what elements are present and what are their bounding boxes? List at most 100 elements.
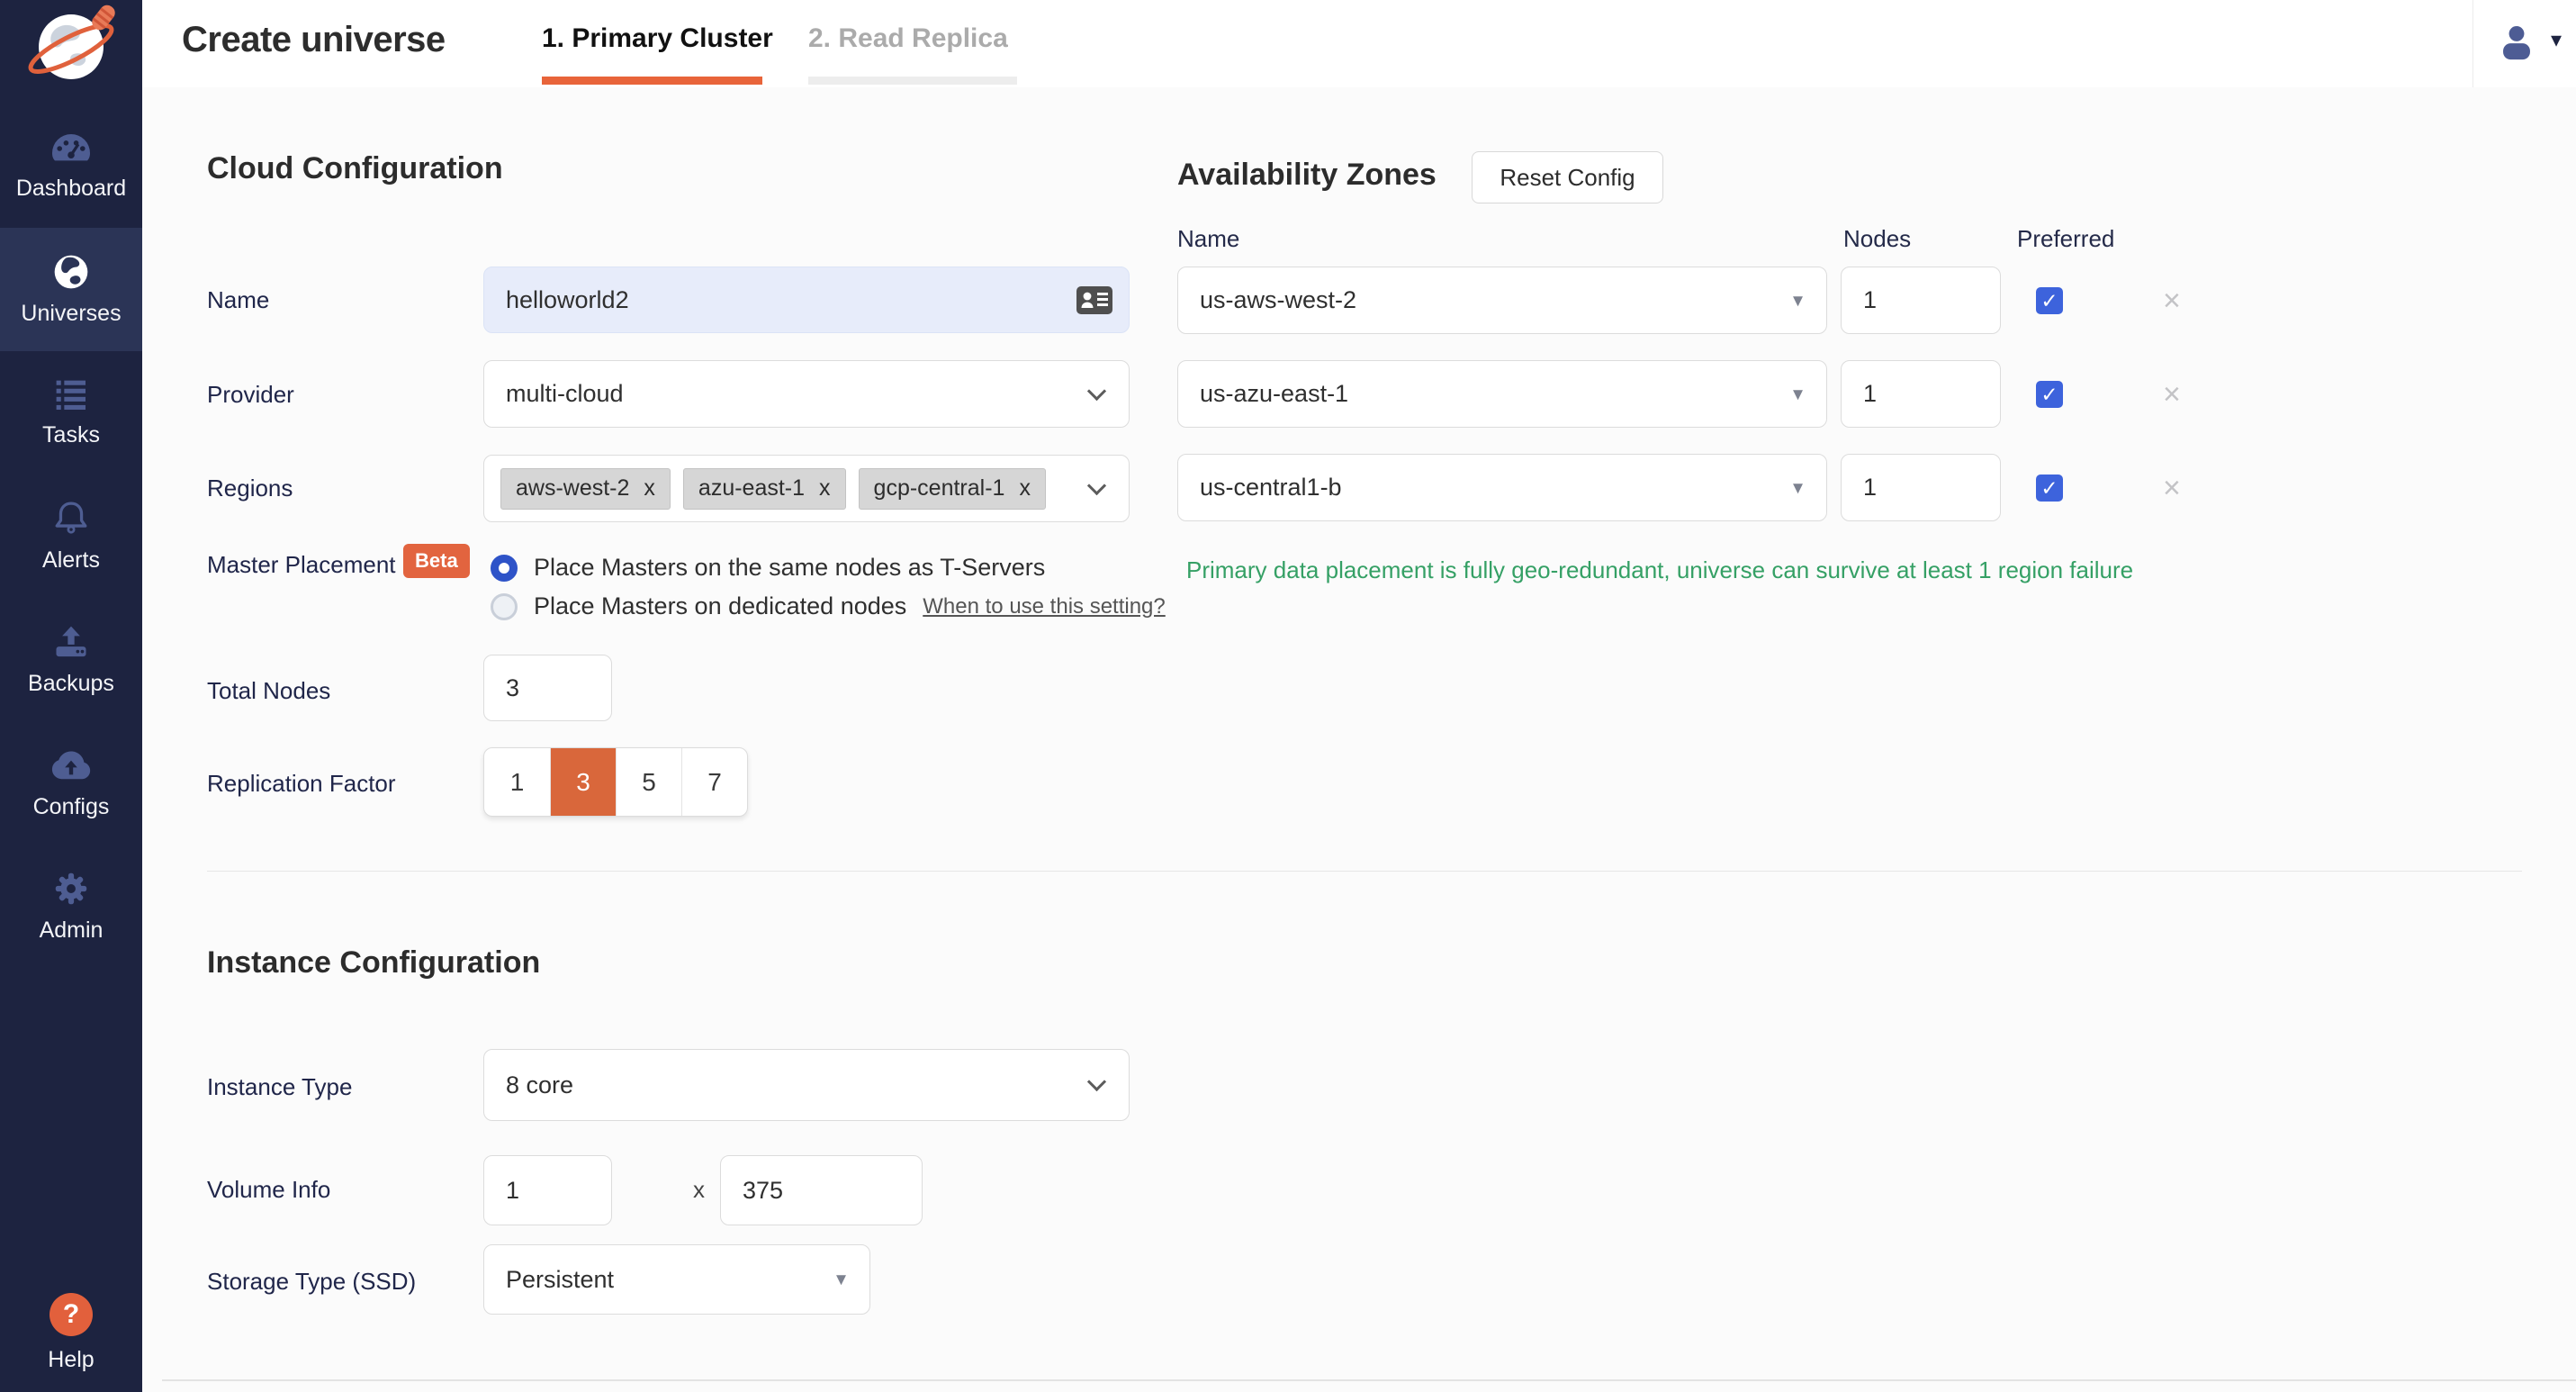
sidebar-item-configs[interactable]: Configs: [0, 721, 142, 845]
sidebar-item-label: Alerts: [42, 547, 100, 574]
geo-redundancy-status-message: Primary data placement is fully geo-redu…: [1186, 556, 2133, 584]
cloud-upload-icon: [50, 746, 93, 785]
tab-read-replica[interactable]: 2. Read Replica: [808, 23, 1008, 54]
contact-card-icon: [1076, 286, 1112, 314]
when-to-use-link[interactable]: When to use this setting?: [923, 594, 1165, 619]
reset-config-button[interactable]: Reset Config: [1472, 151, 1663, 203]
az-nodes-input[interactable]: [1841, 454, 2001, 521]
volume-multiplier: x: [693, 1176, 705, 1204]
storage-type-label: Storage Type (SSD): [207, 1268, 416, 1296]
provider-label: Provider: [207, 381, 294, 409]
top-header: Create universe 1. Primary Cluster 2. Re…: [142, 0, 2576, 87]
sidebar-item-backups[interactable]: Backups: [0, 598, 142, 721]
help-icon: ?: [50, 1293, 93, 1336]
sidebar-item-label: Universes: [21, 301, 121, 327]
chevron-down-icon: [1087, 381, 1106, 400]
replication-factor-group: 1 3 5 7: [483, 747, 748, 817]
yugabyte-logo: [22, 2, 121, 88]
region-chip: gcp-central-1 x: [859, 468, 1046, 510]
remove-region-icon[interactable]: x: [1019, 475, 1031, 502]
user-menu-caret-icon[interactable]: ▾: [2551, 27, 2562, 53]
cloud-configuration-heading: Cloud Configuration: [207, 151, 503, 186]
check-icon: ✓: [2040, 383, 2058, 407]
radio-selected-icon[interactable]: [491, 555, 518, 582]
preferred-checkbox-checked[interactable]: ✓: [2036, 287, 2063, 314]
az-nodes-input[interactable]: [1841, 267, 2001, 334]
az-column-nodes: Nodes: [1843, 225, 1911, 253]
sidebar-item-tasks[interactable]: Tasks: [0, 351, 142, 475]
master-placement-option-same-nodes[interactable]: Place Masters on the same nodes as T-Ser…: [491, 554, 1045, 582]
az-zone-select[interactable]: us-central1-b ▾: [1177, 454, 1827, 521]
regions-label: Regions: [207, 475, 293, 502]
rf-option-3-selected[interactable]: 3: [550, 748, 616, 816]
sidebar-item-label: Backups: [28, 671, 114, 697]
user-icon[interactable]: [2496, 22, 2537, 63]
provider-value: multi-cloud: [506, 380, 624, 408]
volume-count-input[interactable]: [483, 1155, 612, 1225]
sidebar-item-alerts[interactable]: Alerts: [0, 475, 142, 598]
upload-drive-icon: [51, 622, 91, 662]
check-icon: ✓: [2040, 289, 2058, 313]
check-icon: ✓: [2040, 476, 2058, 501]
volume-info-label: Volume Info: [207, 1176, 330, 1204]
caret-down-icon: ▾: [836, 1267, 846, 1290]
master-placement-option-dedicated[interactable]: Place Masters on dedicated nodes When to…: [491, 592, 1166, 620]
name-label: Name: [207, 286, 269, 314]
sidebar-item-universes[interactable]: Universes: [0, 228, 142, 351]
rf-option-7[interactable]: 7: [681, 748, 747, 816]
globe-icon: [51, 252, 91, 292]
rf-option-5[interactable]: 5: [616, 748, 681, 816]
remove-az-icon[interactable]: ×: [2163, 287, 2181, 314]
total-nodes-input[interactable]: [483, 655, 612, 721]
preferred-checkbox-checked[interactable]: ✓: [2036, 381, 2063, 408]
az-column-preferred: Preferred: [2017, 225, 2114, 253]
remove-region-icon[interactable]: x: [644, 475, 655, 502]
storage-type-value: Persistent: [506, 1266, 614, 1294]
provider-select[interactable]: multi-cloud: [483, 360, 1130, 428]
volume-size-input[interactable]: [720, 1155, 923, 1225]
header-divider: [2472, 0, 2473, 87]
caret-down-icon: ▾: [1793, 382, 1803, 405]
regions-multiselect[interactable]: aws-west-2 x azu-east-1 x gcp-central-1 …: [483, 455, 1130, 522]
region-chip: aws-west-2 x: [500, 468, 671, 510]
sidebar-item-label: Admin: [40, 917, 104, 944]
remove-region-icon[interactable]: x: [819, 475, 831, 502]
instance-type-label: Instance Type: [207, 1073, 352, 1101]
remove-az-icon[interactable]: ×: [2163, 475, 2181, 502]
gauge-icon: [50, 131, 93, 167]
bottom-divider: [162, 1379, 2576, 1381]
help-label: Help: [48, 1347, 94, 1373]
chevron-down-icon: [1087, 475, 1106, 494]
instance-type-value: 8 core: [506, 1071, 573, 1099]
remove-az-icon[interactable]: ×: [2163, 381, 2181, 408]
sidebar-item-help[interactable]: ? Help: [0, 1293, 142, 1373]
radio-unselected-icon[interactable]: [491, 593, 518, 620]
sidebar-item-admin[interactable]: Admin: [0, 845, 142, 968]
region-chip: azu-east-1 x: [683, 468, 846, 510]
rf-option-1[interactable]: 1: [484, 748, 550, 816]
list-icon: [51, 377, 91, 413]
tab-primary-cluster[interactable]: 1. Primary Cluster: [542, 23, 773, 54]
beta-badge: Beta: [403, 544, 470, 578]
caret-down-icon: ▾: [1793, 288, 1803, 312]
sidebar-item-label: Tasks: [42, 422, 100, 448]
caret-down-icon: ▾: [1793, 475, 1803, 499]
active-tab-underline: [542, 77, 762, 85]
az-zone-select[interactable]: us-aws-west-2 ▾: [1177, 267, 1827, 334]
storage-type-select[interactable]: Persistent ▾: [483, 1244, 870, 1315]
instance-type-select[interactable]: 8 core: [483, 1049, 1130, 1121]
master-placement-label: Master Placement: [207, 551, 396, 579]
sidebar-item-label: Configs: [33, 794, 110, 820]
gear-icon: [51, 869, 91, 908]
sidebar: Dashboard Universes Tasks: [0, 0, 142, 1392]
inactive-tab-underline: [808, 77, 1017, 85]
instance-configuration-heading: Instance Configuration: [207, 945, 540, 981]
az-nodes-input[interactable]: [1841, 360, 2001, 428]
total-nodes-label: Total Nodes: [207, 677, 330, 705]
preferred-checkbox-checked[interactable]: ✓: [2036, 475, 2063, 502]
az-zone-select[interactable]: us-azu-east-1 ▾: [1177, 360, 1827, 428]
universe-name-input[interactable]: [483, 267, 1130, 333]
az-column-name: Name: [1177, 225, 1239, 253]
bell-icon: [51, 499, 91, 538]
sidebar-item-dashboard[interactable]: Dashboard: [0, 104, 142, 228]
